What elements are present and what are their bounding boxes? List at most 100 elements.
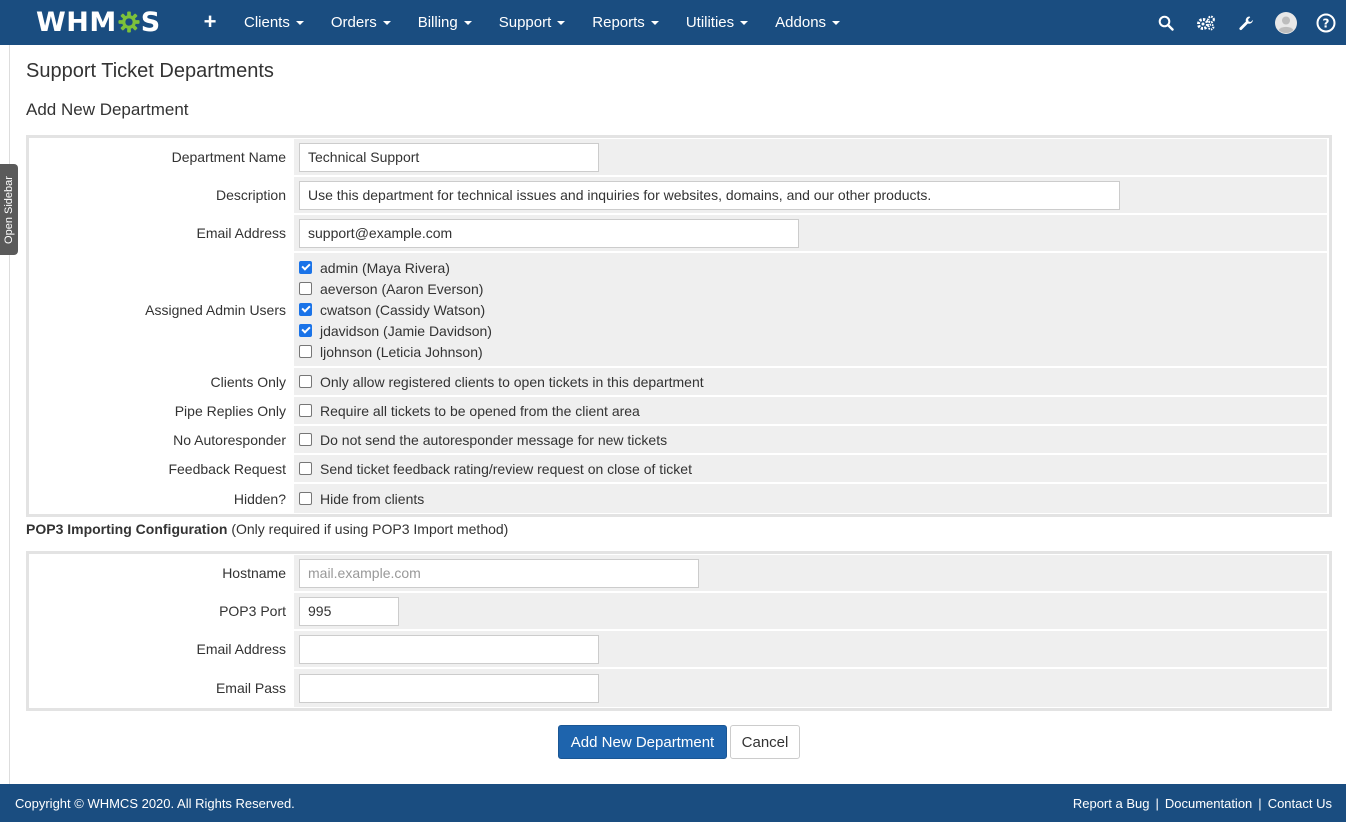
feedback-request-text: Send ticket feedback rating/review reque… (320, 460, 692, 477)
department-name-label: Department Name (171, 149, 286, 165)
open-sidebar-label: Open Sidebar (3, 175, 16, 244)
nav-item-reports[interactable]: Reports (578, 0, 672, 45)
hidden-option[interactable]: Hide from clients (299, 488, 1322, 509)
no-autoresponder-option[interactable]: Do not send the autoresponder message fo… (299, 429, 1322, 450)
admin-user-option[interactable]: jdavidson (Jamie Davidson) (299, 320, 1322, 341)
report-bug-link[interactable]: Report a Bug (1073, 796, 1150, 811)
pop3-port-input[interactable] (299, 596, 399, 626)
clients-only-checkbox[interactable] (299, 375, 312, 388)
pop3-email-input[interactable] (299, 634, 599, 664)
footer-links: Report a Bug | Documentation | Contact U… (1073, 796, 1332, 811)
clients-only-text: Only allow registered clients to open ti… (320, 373, 704, 390)
contact-us-link[interactable]: Contact Us (1268, 796, 1332, 811)
description-input[interactable] (299, 180, 1120, 210)
whmcs-logo[interactable]: WHM S (36, 6, 161, 38)
admin-user-label: admin (Maya Rivera) (320, 259, 450, 276)
logo-gear-icon (118, 11, 140, 33)
description-label: Description (215, 187, 286, 203)
form-row-description: Description (31, 177, 1327, 215)
pop3-email-label: Email Address (196, 641, 286, 657)
email-pass-input[interactable] (299, 673, 599, 703)
documentation-link[interactable]: Documentation (1165, 796, 1252, 811)
field-cell: Hide from clients (294, 484, 1327, 513)
pipe-replies-only-label: Pipe Replies Only (174, 402, 286, 419)
copyright-text: Copyright © WHMCS 2020. All Rights Reser… (15, 795, 295, 811)
field-cell (294, 139, 1327, 175)
footer-separator: | (1258, 795, 1262, 811)
footer: Copyright © WHMCS 2020. All Rights Reser… (0, 784, 1346, 822)
pop3-heading-title: POP3 Importing Configuration (26, 521, 228, 537)
department-form: Department Name Description Email Addres… (26, 135, 1332, 517)
email-pass-label: Email Pass (215, 680, 286, 696)
search-icon[interactable] (1146, 0, 1186, 45)
wrench-icon[interactable] (1226, 0, 1266, 45)
form-row-clients-only: Clients Only Only allow registered clien… (31, 368, 1327, 397)
field-cell: Send ticket feedback rating/review reque… (294, 455, 1327, 482)
field-cell (294, 555, 1327, 591)
nav-item-orders[interactable]: Orders (317, 0, 404, 45)
admin-user-checkbox[interactable] (299, 303, 312, 316)
no-autoresponder-checkbox[interactable] (299, 433, 312, 446)
form-row-department-name: Department Name (31, 139, 1327, 177)
admin-user-checkbox[interactable] (299, 261, 312, 274)
field-cell (294, 177, 1327, 213)
admin-user-checkbox[interactable] (299, 345, 312, 358)
no-autoresponder-label: No Autoresponder (173, 431, 286, 448)
nav-item-utilities[interactable]: Utilities (672, 0, 761, 45)
pop3-port-label: POP3 Port (219, 603, 286, 619)
logo-text-left: WHM (36, 6, 117, 38)
field-cell (294, 631, 1327, 667)
footer-separator: | (1155, 795, 1159, 811)
open-sidebar-tab[interactable]: Open Sidebar (0, 164, 18, 255)
caret-down-icon (650, 20, 659, 25)
email-address-input[interactable] (299, 218, 799, 248)
pop3-form: Hostname POP3 Port Email Address Email P… (26, 551, 1332, 711)
user-avatar-icon[interactable] (1266, 0, 1306, 45)
quick-add-plus-icon[interactable]: + (201, 11, 219, 33)
feedback-request-checkbox[interactable] (299, 462, 312, 475)
form-row-hostname: Hostname (31, 555, 1327, 593)
nav-item-clients[interactable]: Clients (230, 0, 317, 45)
nav-item-addons[interactable]: Addons (761, 0, 853, 45)
admin-user-checkbox[interactable] (299, 324, 312, 337)
feedback-request-option[interactable]: Send ticket feedback rating/review reque… (299, 458, 1322, 479)
nav-item-label: Reports (592, 14, 645, 31)
nav-item-support[interactable]: Support (485, 0, 579, 45)
form-row-no-autoresponder: No Autoresponder Do not send the autores… (31, 426, 1327, 455)
admin-user-option[interactable]: aeverson (Aaron Everson) (299, 278, 1322, 299)
add-new-department-button[interactable]: Add New Department (558, 725, 727, 759)
pipe-replies-option[interactable]: Require all tickets to be opened from th… (299, 400, 1322, 421)
assigned-admin-users-label: Assigned Admin Users (145, 301, 286, 318)
cancel-button[interactable]: Cancel (730, 725, 800, 759)
field-cell: Only allow registered clients to open ti… (294, 368, 1327, 395)
pipe-replies-checkbox[interactable] (299, 404, 312, 417)
department-name-input[interactable] (299, 142, 599, 172)
caret-down-icon (295, 20, 304, 25)
email-address-label: Email Address (196, 225, 286, 241)
field-cell (294, 669, 1327, 707)
main-menu: Clients Orders Billing Support Reports U… (230, 0, 853, 45)
admin-user-checkbox[interactable] (299, 282, 312, 295)
form-row-pop3-pass: Email Pass (31, 669, 1327, 707)
form-row-hidden: Hidden? Hide from clients (31, 484, 1327, 513)
hidden-checkbox[interactable] (299, 492, 312, 505)
nav-item-label: Clients (244, 14, 290, 31)
admin-user-option[interactable]: cwatson (Cassidy Watson) (299, 299, 1322, 320)
nav-item-billing[interactable]: Billing (404, 0, 485, 45)
form-row-feedback-request: Feedback Request Send ticket feedback ra… (31, 455, 1327, 484)
admin-user-label: aeverson (Aaron Everson) (320, 280, 484, 297)
help-icon[interactable]: ? (1306, 0, 1346, 45)
clients-only-option[interactable]: Only allow registered clients to open ti… (299, 371, 1322, 392)
caret-down-icon (557, 20, 566, 25)
admin-user-option[interactable]: ljohnson (Leticia Johnson) (299, 341, 1322, 362)
nav-item-label: Support (498, 14, 552, 31)
top-navbar: WHM S + Clients Orders Billing Support R… (0, 0, 1346, 45)
hostname-input[interactable] (299, 558, 699, 588)
sidebar-divider (9, 45, 10, 784)
logo-text-right: S (140, 6, 161, 38)
caret-down-icon (382, 20, 391, 25)
form-row-pop3-port: POP3 Port (31, 593, 1327, 631)
gears-icon[interactable] (1186, 0, 1226, 45)
admin-user-option[interactable]: admin (Maya Rivera) (299, 257, 1322, 278)
admin-user-label: jdavidson (Jamie Davidson) (320, 322, 492, 339)
